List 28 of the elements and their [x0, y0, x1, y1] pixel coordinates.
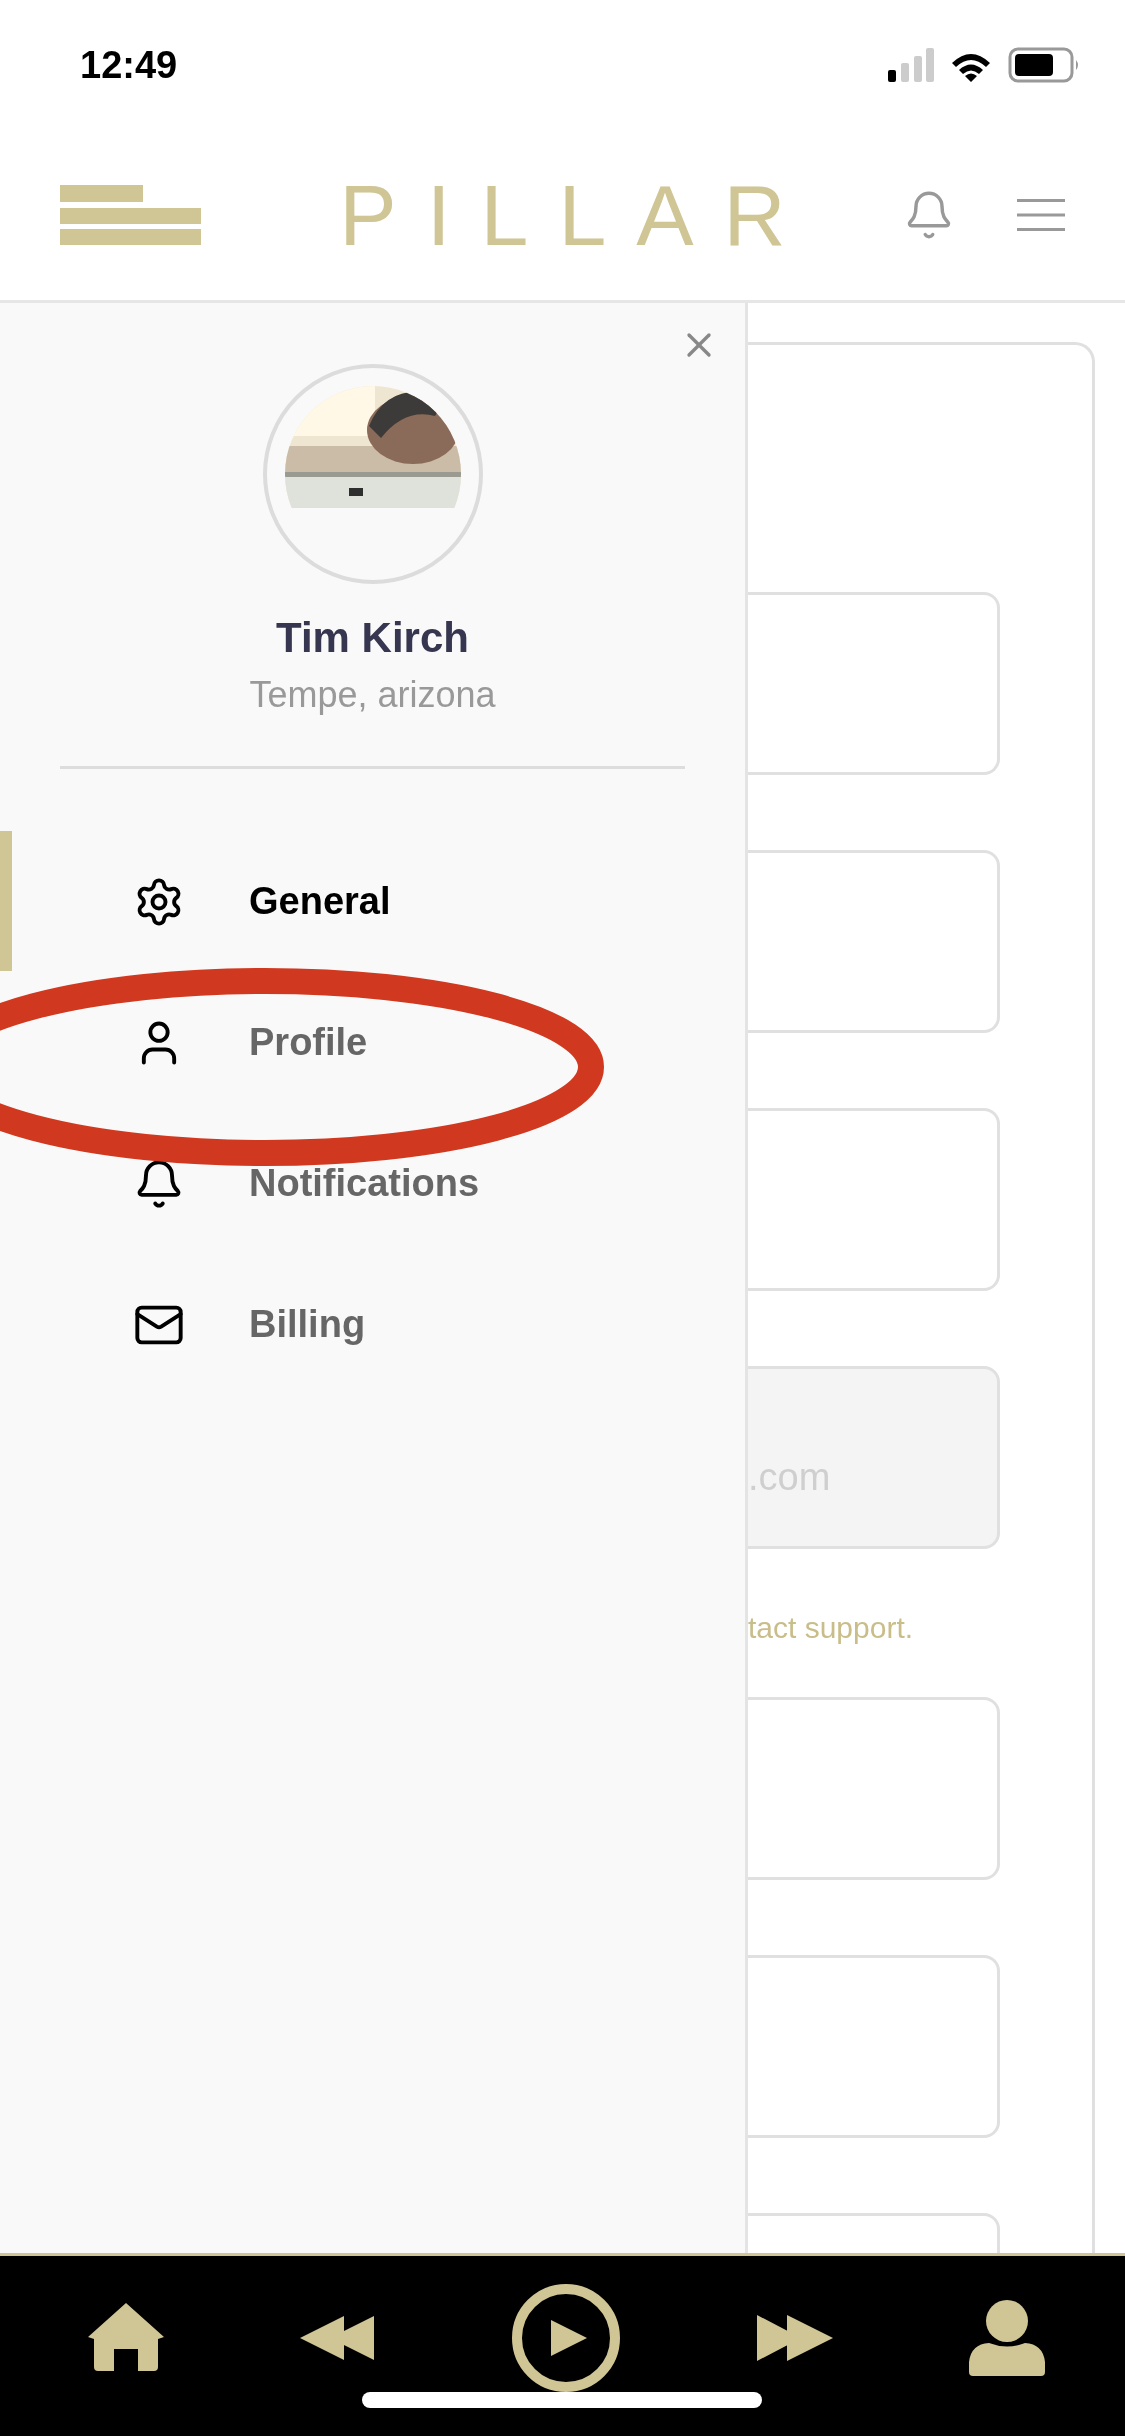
menu-item[interactable]: Notifications [0, 1113, 745, 1254]
nav-button[interactable] [300, 2316, 375, 2360]
menu-item[interactable]: General [0, 831, 745, 972]
battery-icon [1008, 47, 1080, 83]
play-icon [510, 2283, 621, 2393]
user-icon [969, 2300, 1045, 2376]
profile-name: Tim Kirch [276, 614, 469, 662]
nav-button[interactable] [756, 2315, 833, 2361]
menu-item[interactable]: Billing [0, 1254, 745, 1395]
nav-button[interactable] [969, 2300, 1045, 2376]
signal-icon [888, 48, 934, 82]
input-field[interactable] [748, 592, 1000, 775]
input-field[interactable] [748, 1697, 1000, 1880]
menu-icon[interactable] [1017, 199, 1065, 231]
nav-button[interactable] [88, 2303, 164, 2373]
input-field[interactable] [748, 1108, 1000, 1291]
nav-button[interactable] [510, 2283, 621, 2393]
menu-item[interactable]: Profile [0, 972, 745, 1113]
rewind-icon [300, 2316, 375, 2360]
status-time: 12:49 [80, 43, 178, 87]
fast-forward-icon [756, 2315, 833, 2361]
input-field[interactable] [748, 850, 1000, 1033]
home-icon [88, 2303, 164, 2373]
profile-location: Tempe, arizona [249, 674, 496, 716]
app-logo: PILLAR [339, 165, 816, 265]
input-field[interactable] [748, 1955, 1000, 2138]
support-note: tact support. [748, 1610, 915, 1646]
logo-icon [60, 184, 201, 246]
